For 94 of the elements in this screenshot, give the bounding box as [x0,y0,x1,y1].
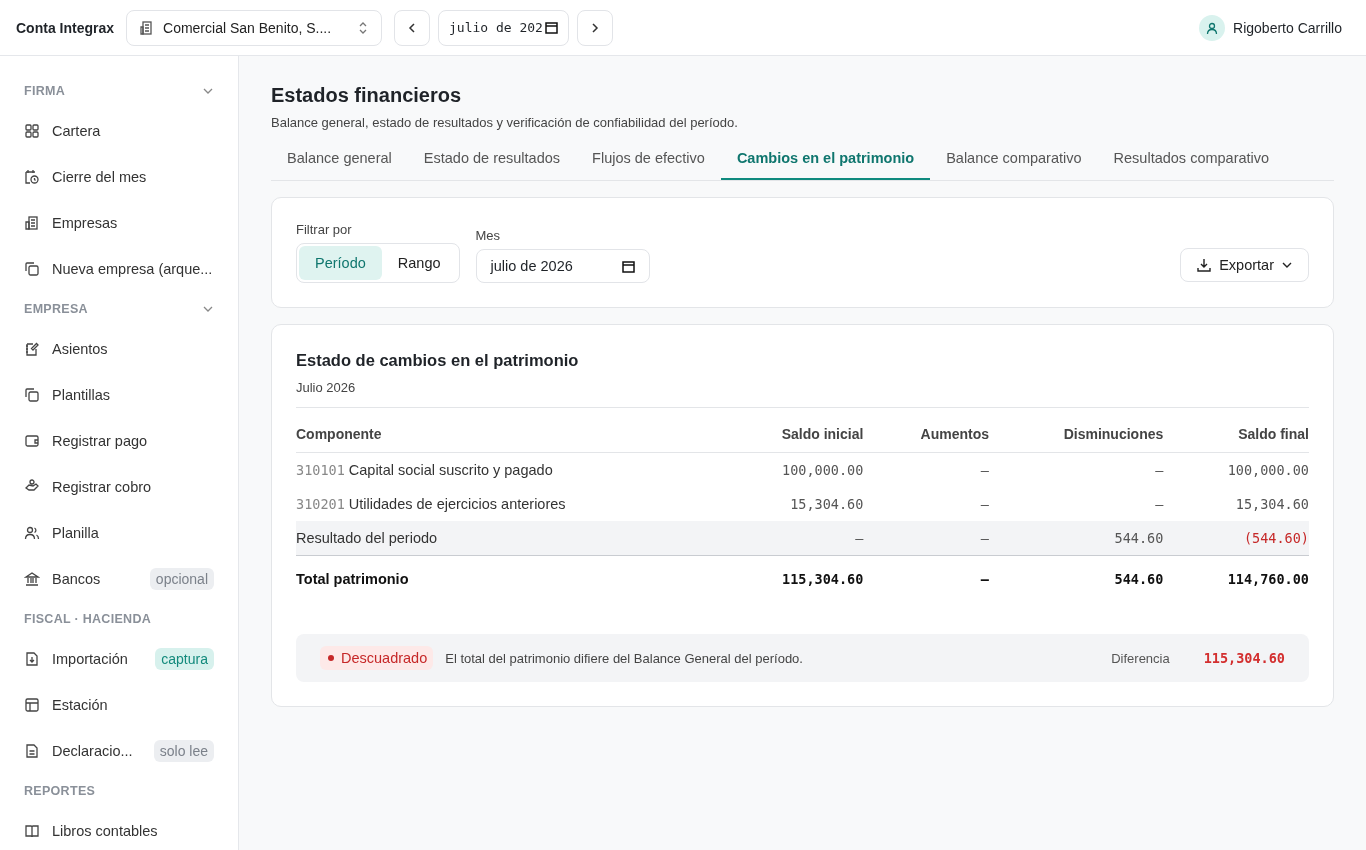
table-cell: 544.60 [989,555,1164,602]
section-heading: FIRMA [24,84,66,98]
tab[interactable]: Balance comparativo [930,144,1098,180]
sidebar-item[interactable]: Cierre del mes [24,154,214,200]
filter-label: Filtrar por [296,222,353,237]
table-cell: (544.60) [1163,521,1309,556]
calendar-icon [544,21,558,34]
month-input[interactable]: julio de 2026 [475,249,650,283]
status-tag: captura [155,648,214,670]
sidebar-item[interactable]: Estación [24,682,214,728]
sidebar-item[interactable]: Planilla [24,510,214,556]
download-icon [1197,258,1212,272]
table-cell: Total patrimonio [296,555,718,602]
chevron-left-icon [407,21,417,34]
sidebar-item[interactable]: Bancos opcional [24,556,214,602]
table-cell: 115,304.60 [717,555,864,602]
tab[interactable]: Resultados comparativo [1097,144,1286,180]
month-label: Mes [475,228,502,243]
month-field[interactable]: julio de 202 [438,9,569,46]
user-avatar-icon [1199,14,1226,41]
table-cell: — [989,452,1164,487]
sidebar-item[interactable]: Empresas [24,200,214,246]
users-icon [24,525,40,541]
import-icon [24,651,40,667]
segment-option[interactable]: Rango [381,246,457,280]
status-tag: opcional [149,568,214,590]
wallet-icon [24,433,40,449]
column-header: Disminuciones [989,407,1164,453]
segment-option[interactable]: Período [299,246,382,280]
building-icon [24,215,40,231]
table-cell: — [863,555,989,602]
sidebar-item[interactable]: Cartera [24,108,214,154]
tab[interactable]: Balance general [271,144,408,180]
table-cell: 310201 Utilidades de ejercicios anteriores [296,487,718,521]
sidebar-item[interactable]: Declaracio... solo lee [24,728,214,774]
sidebar-item[interactable]: Nueva empresa (arque... [24,246,214,292]
table-cell: 114,760.00 [1163,555,1309,602]
table-cell: — [717,521,864,556]
chevron-down-icon [1282,261,1292,269]
sidebar-item[interactable]: Libros contables [24,808,214,850]
file-icon [24,743,40,759]
status-tag: Descuadrado [320,646,434,670]
table-cell: 100,000.00 [717,452,864,487]
chevron-down-icon[interactable] [202,87,214,95]
table-cell: 15,304.60 [1163,487,1309,521]
book-icon [24,823,40,839]
difference-value: 115,304.60 [1203,650,1285,666]
sidebar-item[interactable]: Asientos [24,326,214,372]
grid-icon [24,123,40,139]
column-header: Saldo final [1163,407,1309,453]
tab[interactable]: Flujos de efectivo [576,144,721,180]
copy-icon [24,261,40,277]
table-cell: 544.60 [989,521,1164,556]
table-cell: — [863,487,989,521]
table-cell: 310101 Capital social suscrito y pagado [296,452,718,487]
status-tag: solo lee [153,740,214,762]
verification-message: El total del patrimonio difiere del Balance General del período. [445,650,803,666]
calendar-icon [24,169,40,185]
sidebar-item[interactable]: Plantillas [24,372,214,418]
calendar-icon [621,259,635,273]
table-cell: Resultado del periodo [296,521,718,556]
chevron-down-icon[interactable] [202,305,214,313]
report-period: Julio 2026 [296,380,357,395]
tab[interactable]: Estado de resultados [407,144,577,180]
section-heading: EMPRESA [24,302,88,316]
difference-label: Diferencia [1111,650,1170,666]
page-subtitle: Balance general, estado de resultados y verificación de confiabilidad del período. [271,115,739,130]
table-cell: 100,000.00 [1163,452,1309,487]
edit-icon [24,341,40,357]
bank-icon [24,571,40,587]
column-header: Componente [296,407,718,453]
building-icon [139,19,155,36]
company-selector[interactable]: Comercial San Benito, S.... [126,9,382,46]
layout-icon [24,697,40,713]
table-cell: — [863,521,989,556]
tab[interactable]: Cambios en el patrimonio [720,144,931,180]
column-header: Aumentos [863,407,989,453]
sidebar-item[interactable]: Registrar pago [24,418,214,464]
column-header: Saldo inicial [717,407,864,453]
report-title: Estado de cambios en el patrimonio [296,351,580,370]
copy-icon [24,387,40,403]
page-title: Estados financieros [271,83,463,107]
chevron-updown-icon [357,20,369,35]
section-heading: FISCAL · HACIENDA [24,612,152,626]
table-cell: 15,304.60 [717,487,864,521]
sidebar-item[interactable]: Importación captura [24,636,214,682]
section-heading: REPORTES [24,784,96,798]
export-button[interactable]: Exportar [1180,248,1309,282]
app-name: Conta Integrax [16,19,114,36]
user-name[interactable]: Rigoberto Carrillo [1233,19,1342,36]
sidebar-item[interactable]: Registrar cobro [24,464,214,510]
table-cell: — [863,452,989,487]
table-cell: — [989,487,1164,521]
chevron-right-icon [589,21,600,34]
